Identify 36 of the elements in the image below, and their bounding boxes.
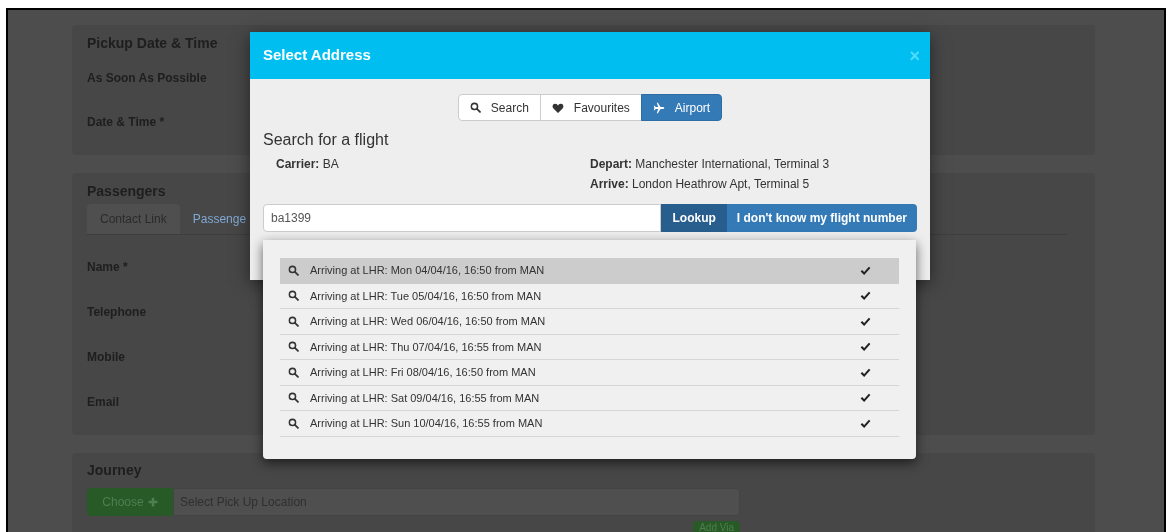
checkmark-icon bbox=[860, 392, 871, 404]
flight-result-item[interactable]: Arriving at LHR: Mon 04/04/16, 16:50 from MAN bbox=[280, 258, 899, 284]
flight-detail: Depart: Manchester International, Terminal 3 bbox=[590, 157, 830, 171]
flight-result-item[interactable]: Arriving at LHR: Wed 06/04/16, 16:50 from MAN bbox=[280, 309, 899, 335]
flight-result-item[interactable]: Arriving at LHR: Sat 09/04/16, 16:55 from MAN bbox=[280, 385, 899, 411]
unknown-flight-button[interactable]: I don't know my flight number bbox=[726, 204, 917, 232]
search-icon bbox=[288, 392, 299, 404]
search-icon bbox=[288, 417, 299, 429]
flight-result-item[interactable]: Arriving at LHR: Tue 05/04/16, 16:50 from MAN bbox=[280, 283, 899, 309]
flight-result-item[interactable]: Arriving at LHR: Sun 10/04/16, 16:55 from MAN bbox=[280, 411, 899, 437]
search-icon bbox=[288, 264, 299, 276]
search-icon bbox=[288, 341, 299, 353]
modal-title: Select Address bbox=[263, 45, 371, 66]
checkmark-icon bbox=[860, 417, 871, 429]
search-icon bbox=[469, 102, 481, 113]
search-icon bbox=[288, 315, 299, 327]
flight-result-item[interactable]: Arriving at LHR: Thu 07/04/16, 16:55 from MAN bbox=[280, 334, 899, 360]
checkmark-icon bbox=[860, 341, 871, 353]
checkmark-icon bbox=[860, 290, 871, 302]
flight-number-input[interactable]: ba1399 bbox=[263, 204, 662, 232]
plus-icon bbox=[147, 497, 158, 507]
lookup-button[interactable]: Lookup bbox=[661, 204, 727, 232]
flight-detail: Arrive: London Heathrow Apt, Terminal 5 bbox=[590, 177, 810, 191]
heart-icon bbox=[551, 101, 564, 114]
checkmark-icon bbox=[860, 264, 871, 276]
airplane-icon bbox=[652, 101, 665, 114]
checkmark-icon bbox=[860, 315, 871, 327]
flight-result-item[interactable]: Arriving at LHR: Fri 08/04/16, 16:50 from MAN bbox=[280, 360, 899, 386]
address-tab[interactable]: Search bbox=[457, 94, 541, 121]
address-tab[interactable]: Airport bbox=[640, 94, 723, 121]
checkmark-icon bbox=[860, 366, 871, 378]
search-icon bbox=[288, 366, 299, 378]
section-heading: Search for a flight bbox=[263, 130, 389, 150]
search-icon bbox=[288, 290, 299, 302]
address-tab[interactable]: Favourites bbox=[539, 94, 642, 121]
flight-detail: Carrier: BA bbox=[276, 157, 339, 171]
